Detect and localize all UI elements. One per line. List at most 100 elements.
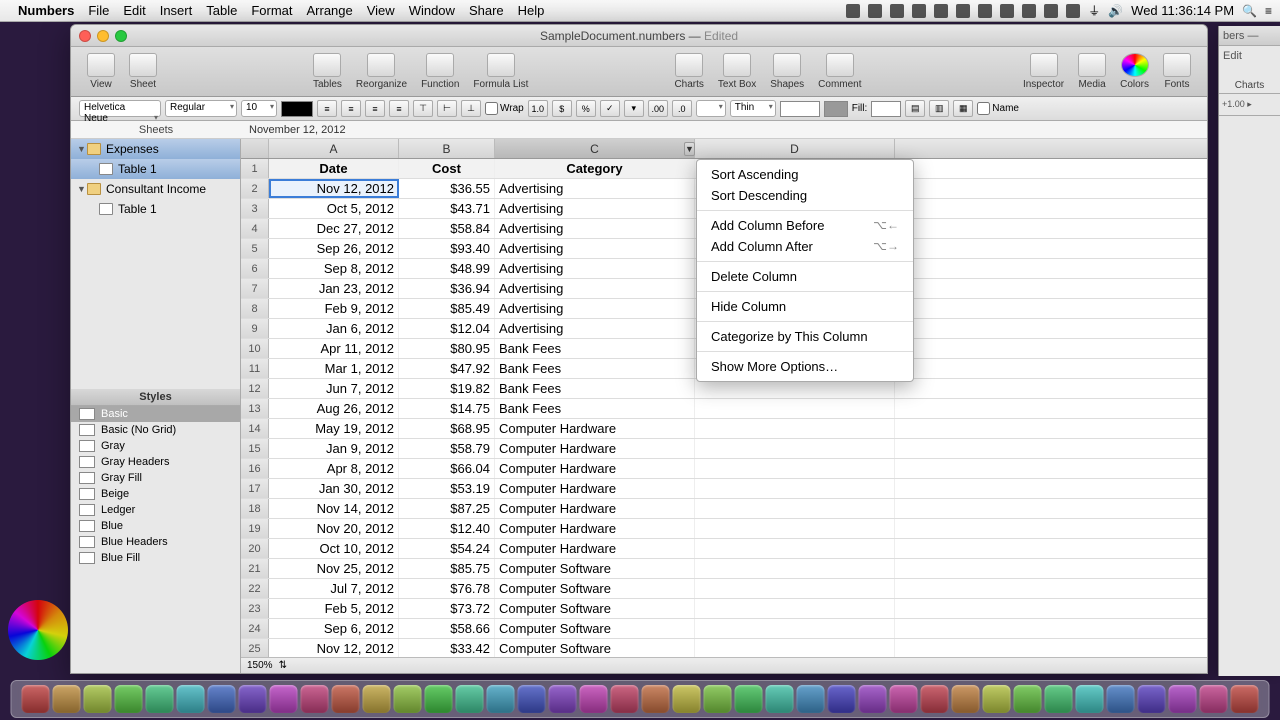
cell[interactable]: Nov 12, 2012 xyxy=(269,179,399,198)
style-basic-no-grid-[interactable]: Basic (No Grid) xyxy=(71,422,240,438)
dock-app-icon[interactable] xyxy=(735,685,763,713)
row-header[interactable]: 10 xyxy=(241,339,269,358)
decrease-decimals-button[interactable]: .00 xyxy=(648,100,668,117)
dock-app-icon[interactable] xyxy=(84,685,112,713)
cell[interactable] xyxy=(695,639,895,658)
menu-item-delete-column[interactable]: Delete Column xyxy=(697,266,913,287)
spotlight-icon[interactable]: 🔍 xyxy=(1242,4,1257,18)
cell[interactable]: $19.82 xyxy=(399,379,495,398)
menu-item-sort-descending[interactable]: Sort Descending xyxy=(697,185,913,206)
cell[interactable]: Computer Hardware xyxy=(495,439,695,458)
app-menu[interactable]: Numbers xyxy=(18,3,74,18)
toolbar-textbox[interactable]: Text Box xyxy=(712,53,762,90)
cell[interactable]: Advertising xyxy=(495,219,695,238)
row-header[interactable]: 25 xyxy=(241,639,269,658)
cell[interactable]: Bank Fees xyxy=(495,399,695,418)
menu-item-show-more-options[interactable]: Show More Options… xyxy=(697,356,913,377)
cell[interactable]: Jun 7, 2012 xyxy=(269,379,399,398)
cell[interactable]: $53.19 xyxy=(399,479,495,498)
cell[interactable] xyxy=(695,559,895,578)
dock-app-icon[interactable] xyxy=(549,685,577,713)
row-header[interactable]: 3 xyxy=(241,199,269,218)
row-header[interactable]: 22 xyxy=(241,579,269,598)
row-header[interactable]: 23 xyxy=(241,599,269,618)
style-blue[interactable]: Blue xyxy=(71,518,240,534)
dock-app-icon[interactable] xyxy=(1076,685,1104,713)
header-rows-button[interactable]: ▤ xyxy=(905,100,925,117)
toolbar-colors[interactable]: Colors xyxy=(1114,53,1155,90)
dock-app-icon[interactable] xyxy=(425,685,453,713)
style-basic[interactable]: Basic xyxy=(71,406,240,422)
cell[interactable]: $36.94 xyxy=(399,279,495,298)
status-icon[interactable] xyxy=(934,4,948,18)
cell[interactable]: Oct 10, 2012 xyxy=(269,539,399,558)
dock-app-icon[interactable] xyxy=(1169,685,1197,713)
header-cols-button[interactable]: ▥ xyxy=(929,100,949,117)
menu-item-sort-ascending[interactable]: Sort Ascending xyxy=(697,164,913,185)
cell[interactable]: Advertising xyxy=(495,239,695,258)
toolbar-comment[interactable]: Comment xyxy=(812,53,867,90)
cell[interactable]: Nov 14, 2012 xyxy=(269,499,399,518)
header-cell[interactable]: Category xyxy=(495,159,695,178)
status-icon[interactable] xyxy=(1000,4,1014,18)
menu-item-add-column-after[interactable]: Add Column After⌥→ xyxy=(697,236,913,257)
dock-app-icon[interactable] xyxy=(1014,685,1042,713)
cell[interactable]: Sep 8, 2012 xyxy=(269,259,399,278)
row-header[interactable]: 5 xyxy=(241,239,269,258)
style-gray-headers[interactable]: Gray Headers xyxy=(71,454,240,470)
dock-app-icon[interactable] xyxy=(332,685,360,713)
cell[interactable]: $93.40 xyxy=(399,239,495,258)
dock-app-icon[interactable] xyxy=(1045,685,1073,713)
footer-rows-button[interactable]: ▦ xyxy=(953,100,973,117)
menubar-clock[interactable]: Wed 11:36:14 PM xyxy=(1131,3,1234,18)
cell[interactable]: Nov 12, 2012 xyxy=(269,639,399,658)
dock-app-icon[interactable] xyxy=(1107,685,1135,713)
style-gray[interactable]: Gray xyxy=(71,438,240,454)
column-header-a[interactable]: A xyxy=(269,139,399,158)
cell[interactable]: Advertising xyxy=(495,299,695,318)
style-gray-fill[interactable]: Gray Fill xyxy=(71,470,240,486)
cell[interactable] xyxy=(695,479,895,498)
cell[interactable]: $43.71 xyxy=(399,199,495,218)
align-justify-button[interactable]: ≡ xyxy=(389,100,409,117)
disclosure-triangle-icon[interactable]: ▼ xyxy=(77,184,87,194)
font-weight-select[interactable]: Regular xyxy=(165,100,237,117)
zoom-button[interactable] xyxy=(115,30,127,42)
cell[interactable]: Advertising xyxy=(495,199,695,218)
menu-item-hide-column[interactable]: Hide Column xyxy=(697,296,913,317)
cell[interactable]: $85.75 xyxy=(399,559,495,578)
status-icon[interactable] xyxy=(978,4,992,18)
status-icon[interactable] xyxy=(846,4,860,18)
cell[interactable]: Computer Hardware xyxy=(495,479,695,498)
cell[interactable]: Mar 1, 2012 xyxy=(269,359,399,378)
row-header[interactable]: 2 xyxy=(241,179,269,198)
cell[interactable]: Nov 25, 2012 xyxy=(269,559,399,578)
cell[interactable]: Aug 26, 2012 xyxy=(269,399,399,418)
cell[interactable]: Computer Software xyxy=(495,599,695,618)
select-all-corner[interactable] xyxy=(241,139,269,158)
status-icon[interactable] xyxy=(1022,4,1036,18)
formula-content[interactable]: November 12, 2012 xyxy=(241,124,346,136)
dock-app-icon[interactable] xyxy=(921,685,949,713)
format-percent-button[interactable]: % xyxy=(576,100,596,117)
cell[interactable] xyxy=(695,619,895,638)
dock-app-icon[interactable] xyxy=(704,685,732,713)
status-icon[interactable] xyxy=(956,4,970,18)
cell[interactable]: Sep 26, 2012 xyxy=(269,239,399,258)
status-icon[interactable] xyxy=(912,4,926,18)
menu-help[interactable]: Help xyxy=(518,3,545,18)
dock-app-icon[interactable] xyxy=(394,685,422,713)
cell[interactable]: $36.55 xyxy=(399,179,495,198)
row-header[interactable]: 4 xyxy=(241,219,269,238)
cell[interactable] xyxy=(695,519,895,538)
cell[interactable]: Apr 11, 2012 xyxy=(269,339,399,358)
dock-app-icon[interactable] xyxy=(611,685,639,713)
cell[interactable]: $80.95 xyxy=(399,339,495,358)
row-header[interactable]: 11 xyxy=(241,359,269,378)
cell[interactable]: Advertising xyxy=(495,259,695,278)
wifi-icon[interactable]: ⏚ xyxy=(1088,2,1100,19)
row-header[interactable]: 16 xyxy=(241,459,269,478)
spreadsheet-canvas[interactable]: A B C D ▼ 1DateCostCategory2Nov 12, 2012… xyxy=(241,139,1207,673)
zoom-level[interactable]: 150% xyxy=(247,660,273,671)
cell[interactable]: $48.99 xyxy=(399,259,495,278)
